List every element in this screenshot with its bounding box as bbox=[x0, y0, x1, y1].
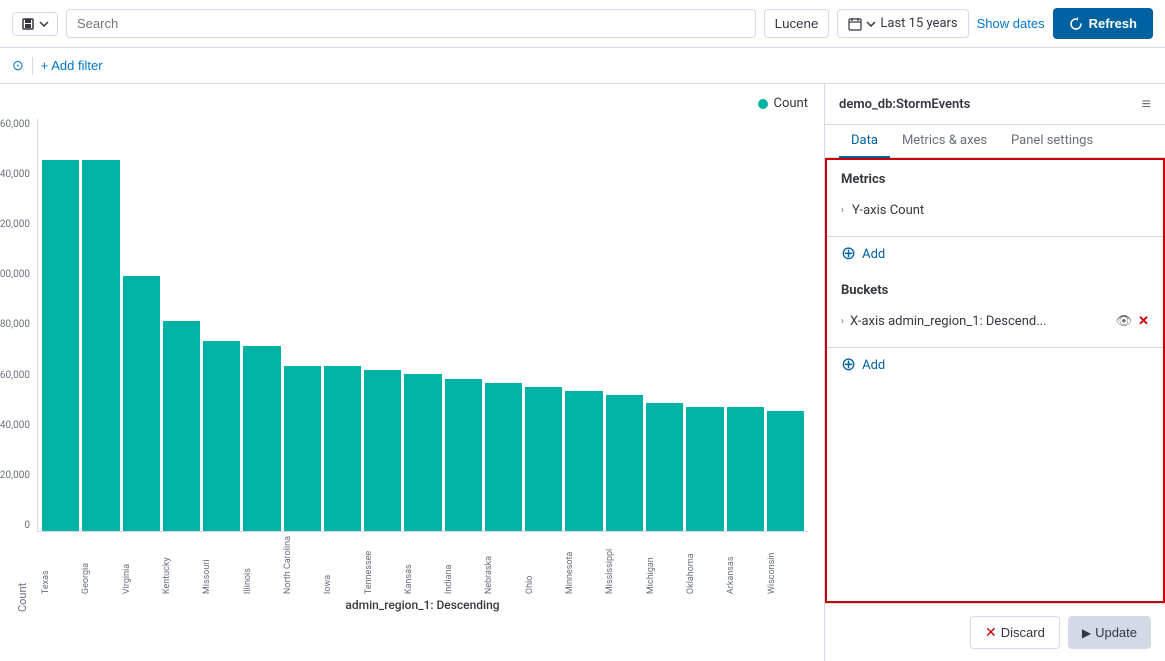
filter-bar: ⊙ + Add filter bbox=[0, 48, 1165, 84]
buckets-add-label: Add bbox=[862, 358, 885, 373]
x-label: Wisconsin bbox=[767, 536, 804, 594]
metrics-title: Metrics bbox=[841, 172, 1149, 187]
x-label: Indiana bbox=[444, 536, 481, 594]
bar[interactable] bbox=[525, 387, 562, 531]
chart-legend: Count bbox=[16, 96, 808, 111]
refresh-button[interactable]: Refresh bbox=[1053, 8, 1153, 39]
panel-header: demo_db:StormEvents ≡ bbox=[825, 84, 1165, 125]
panel-tabs: Data Metrics & axes Panel settings bbox=[825, 125, 1165, 158]
toolbar: Lucene Last 15 years Show dates Refresh bbox=[0, 0, 1165, 48]
bar[interactable] bbox=[203, 341, 240, 530]
add-filter-button[interactable]: + Add filter bbox=[41, 58, 103, 73]
tab-panel-settings[interactable]: Panel settings bbox=[999, 125, 1105, 158]
close-icon[interactable]: ✕ bbox=[1138, 314, 1149, 329]
chevron-right-icon-2: › bbox=[841, 316, 844, 327]
divider bbox=[32, 57, 33, 75]
bar[interactable] bbox=[606, 395, 643, 531]
bar[interactable] bbox=[565, 391, 602, 531]
bar[interactable] bbox=[364, 370, 401, 531]
bar[interactable] bbox=[445, 379, 482, 531]
lucene-button[interactable]: Lucene bbox=[764, 9, 830, 38]
chevron-down-icon-2 bbox=[866, 21, 876, 27]
chevron-right-icon: › bbox=[841, 205, 844, 216]
add-circle-icon-2: ⊕ bbox=[841, 356, 856, 374]
bucket-row-xaxis[interactable]: › X-axis admin_region_1: Descend... 👁 ✕ bbox=[841, 308, 1149, 335]
right-panel: demo_db:StormEvents ≡ Data Metrics & axe… bbox=[825, 84, 1165, 661]
refresh-icon bbox=[1069, 17, 1083, 31]
metrics-add-row[interactable]: ⊕ Add bbox=[827, 237, 1163, 271]
bar[interactable] bbox=[123, 276, 160, 531]
x-label: Arkansas bbox=[726, 536, 763, 594]
tab-data[interactable]: Data bbox=[839, 125, 890, 158]
bar[interactable] bbox=[485, 383, 522, 531]
save-icon bbox=[21, 17, 35, 31]
main-content: Count Count 160,000140,000120,000100,000… bbox=[0, 84, 1165, 661]
chart-wrapper: Count 160,000140,000120,000100,00080,000… bbox=[16, 119, 808, 612]
chart-inner: 160,000140,000120,000100,00080,00060,000… bbox=[37, 119, 808, 612]
buckets-title: Buckets bbox=[841, 283, 1149, 298]
bar[interactable] bbox=[727, 407, 764, 531]
discard-x-icon: ✕ bbox=[985, 624, 997, 641]
eye-icon[interactable]: 👁 bbox=[1116, 314, 1133, 329]
bar[interactable] bbox=[284, 366, 321, 531]
discard-button[interactable]: ✕ Discard bbox=[970, 616, 1060, 649]
x-label: Virginia bbox=[122, 536, 159, 594]
panel-bottom: ✕ Discard ▶ Update bbox=[825, 603, 1165, 661]
panel-content: Metrics › Y-axis Count ⊕ Add Buckets › X… bbox=[825, 158, 1165, 603]
metrics-section: Metrics › Y-axis Count bbox=[827, 160, 1163, 237]
bar[interactable] bbox=[243, 346, 280, 531]
x-label: Nebraska bbox=[484, 536, 521, 594]
bars-container: 160,000140,000120,000100,00080,00060,000… bbox=[37, 119, 808, 532]
time-picker[interactable]: Last 15 years bbox=[837, 9, 968, 38]
x-axis-title: admin_region_1: Descending bbox=[37, 598, 808, 612]
panel-title: demo_db:StormEvents bbox=[839, 97, 970, 112]
legend-dot bbox=[758, 99, 768, 109]
x-label: Ohio bbox=[525, 536, 562, 594]
bar[interactable] bbox=[646, 403, 683, 531]
x-label: Texas bbox=[41, 536, 78, 594]
metric-label: Y-axis Count bbox=[852, 203, 924, 218]
x-label: Michigan bbox=[646, 536, 683, 594]
x-axis-labels: TexasGeorgiaVirginiaKentuckyMissouriIlli… bbox=[37, 532, 808, 594]
y-axis-label: Count bbox=[16, 119, 29, 612]
bucket-label: X-axis admin_region_1: Descend... bbox=[850, 314, 1110, 329]
bar[interactable] bbox=[163, 321, 200, 531]
x-label: Iowa bbox=[323, 536, 360, 594]
calendar-icon bbox=[848, 17, 862, 31]
x-label: Kentucky bbox=[162, 536, 199, 594]
x-label: North Carolina bbox=[283, 536, 320, 594]
x-label: Illinois bbox=[243, 536, 280, 594]
x-label: Mississippi bbox=[605, 536, 642, 594]
add-circle-icon: ⊕ bbox=[841, 245, 856, 263]
buckets-section: Buckets › X-axis admin_region_1: Descend… bbox=[827, 271, 1163, 348]
bar[interactable] bbox=[767, 411, 804, 530]
x-label: Kansas bbox=[404, 536, 441, 594]
metric-row-yaxis[interactable]: › Y-axis Count bbox=[841, 197, 1149, 224]
update-play-icon: ▶ bbox=[1082, 626, 1091, 640]
x-label: Georgia bbox=[81, 536, 118, 594]
chevron-down-icon bbox=[39, 21, 49, 27]
bar[interactable] bbox=[404, 374, 441, 531]
x-label: Oklahoma bbox=[686, 536, 723, 594]
legend-label: Count bbox=[774, 96, 808, 111]
buckets-add-row[interactable]: ⊕ Add bbox=[827, 348, 1163, 382]
bar[interactable] bbox=[82, 160, 119, 531]
bar[interactable] bbox=[42, 160, 79, 531]
bar[interactable] bbox=[686, 407, 723, 531]
bar[interactable] bbox=[324, 366, 361, 531]
menu-icon[interactable]: ≡ bbox=[1142, 94, 1151, 114]
chart-area: Count Count 160,000140,000120,000100,000… bbox=[0, 84, 825, 661]
x-label: Minnesota bbox=[565, 536, 602, 594]
search-input[interactable] bbox=[66, 9, 756, 38]
show-dates-button[interactable]: Show dates bbox=[977, 16, 1045, 31]
tab-metrics-axes[interactable]: Metrics & axes bbox=[890, 125, 999, 158]
metrics-add-label: Add bbox=[862, 247, 885, 262]
x-label: Tennessee bbox=[364, 536, 401, 594]
save-button[interactable] bbox=[12, 12, 58, 36]
filter-icon[interactable]: ⊙ bbox=[12, 58, 24, 74]
x-label: Missouri bbox=[202, 536, 239, 594]
update-button[interactable]: ▶ Update bbox=[1068, 616, 1151, 649]
